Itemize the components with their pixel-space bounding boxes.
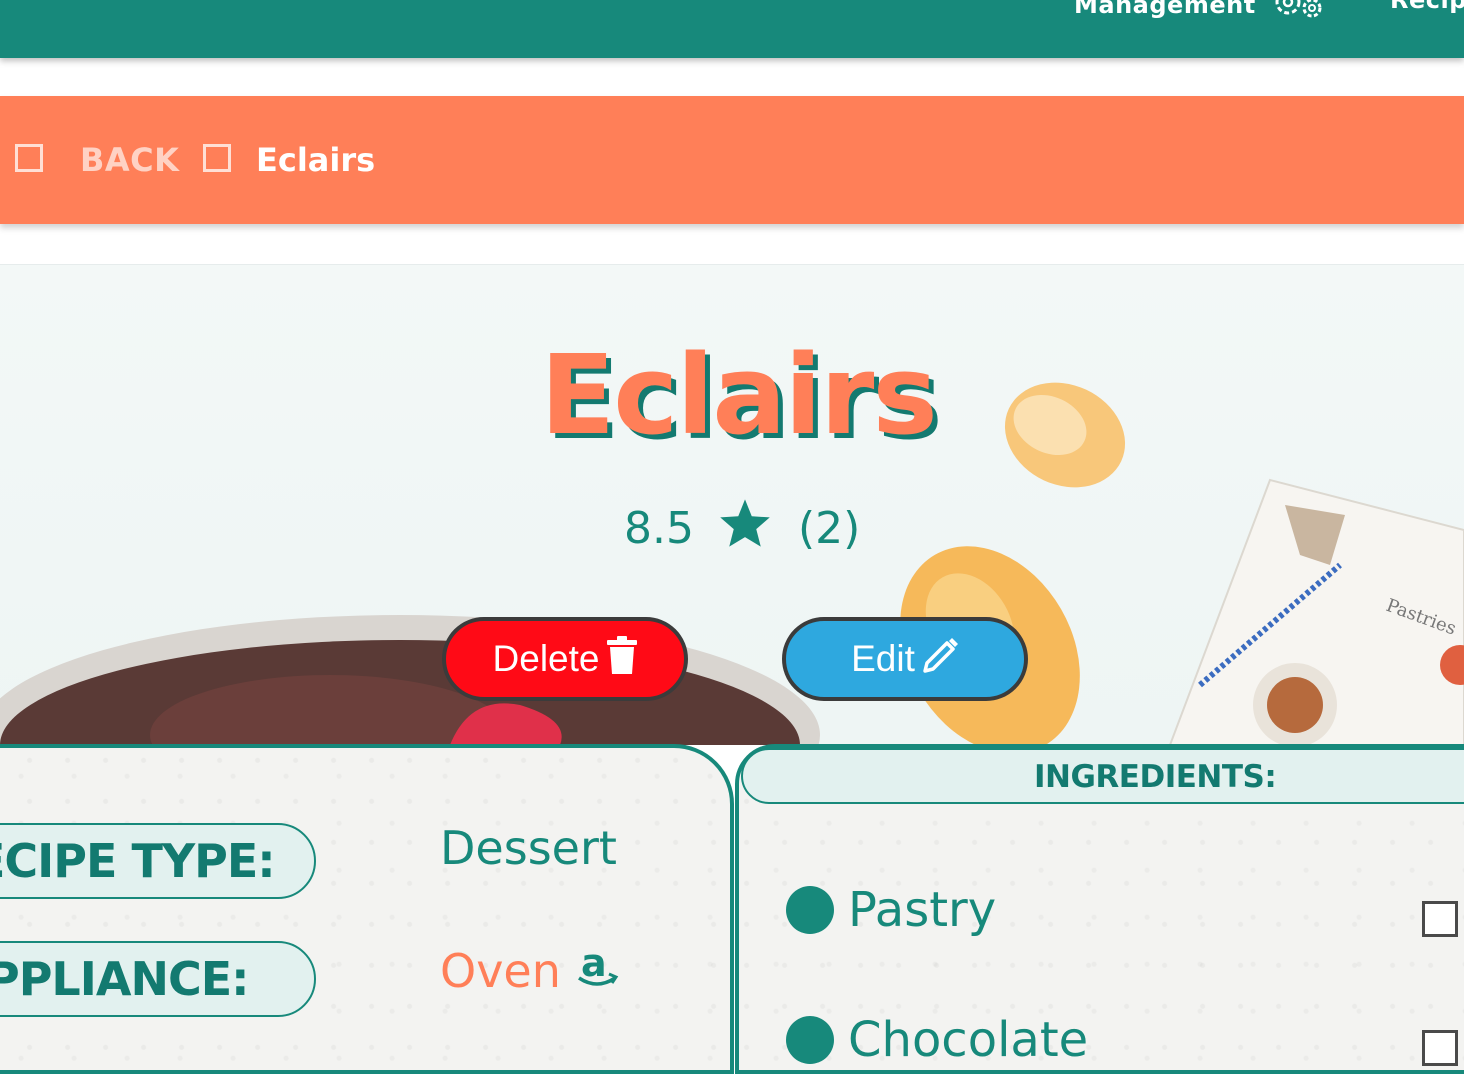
edit-button[interactable]: Edit — [782, 617, 1028, 701]
rating-value: 8.5 — [624, 502, 694, 554]
cogs-icon — [1266, 0, 1326, 24]
nav-management-label: Management — [1074, 0, 1256, 19]
ingredient-name: Pastry — [848, 882, 997, 938]
breadcrumb-back-link[interactable]: BACK — [80, 140, 179, 180]
delete-button-label: Delete — [492, 638, 600, 679]
delete-button[interactable]: Delete — [442, 617, 688, 701]
ingredient-item: Pastry — [786, 880, 996, 940]
ingredient-item: Chocolate — [786, 1010, 1088, 1070]
recipe-title: Eclairs — [540, 331, 938, 459]
pencil-icon — [923, 637, 959, 682]
svg-text:a: a — [581, 941, 607, 985]
ingredient-name: Chocolate — [848, 1012, 1089, 1068]
bullet-icon — [786, 1016, 834, 1064]
bullet-icon — [786, 886, 834, 934]
recipe-rating: 8.5 (2) — [624, 498, 861, 556]
breadcrumb-current: Eclairs — [256, 141, 376, 179]
amazon-icon[interactable]: a — [575, 940, 621, 1002]
appliance-value[interactable]: Oven a — [440, 940, 621, 1002]
breadcrumb-back-icon — [15, 144, 43, 172]
recipe-type-value: Dessert — [440, 821, 617, 875]
top-navbar: Management Recip — [0, 0, 1464, 58]
ingredient-checkbox[interactable] — [1422, 901, 1458, 937]
nav-recipes[interactable]: Recip — [1390, 0, 1464, 14]
ingredient-checkbox[interactable] — [1422, 1030, 1458, 1066]
star-icon — [718, 497, 772, 560]
trash-icon — [607, 635, 638, 683]
edit-button-label: Edit — [851, 638, 915, 679]
breadcrumb-separator-icon — [203, 144, 231, 172]
appliance-value-text: Oven — [440, 944, 561, 998]
appliance-label: PPLIANCE: — [0, 952, 250, 1006]
recipe-type-label: ECIPE TYPE: — [0, 834, 276, 888]
rating-count: (2) — [797, 502, 861, 554]
nav-management[interactable]: Management — [1074, 0, 1326, 24]
recipe-details-card — [0, 744, 734, 1074]
ingredients-header-label: INGREDIENTS: — [1034, 759, 1277, 795]
